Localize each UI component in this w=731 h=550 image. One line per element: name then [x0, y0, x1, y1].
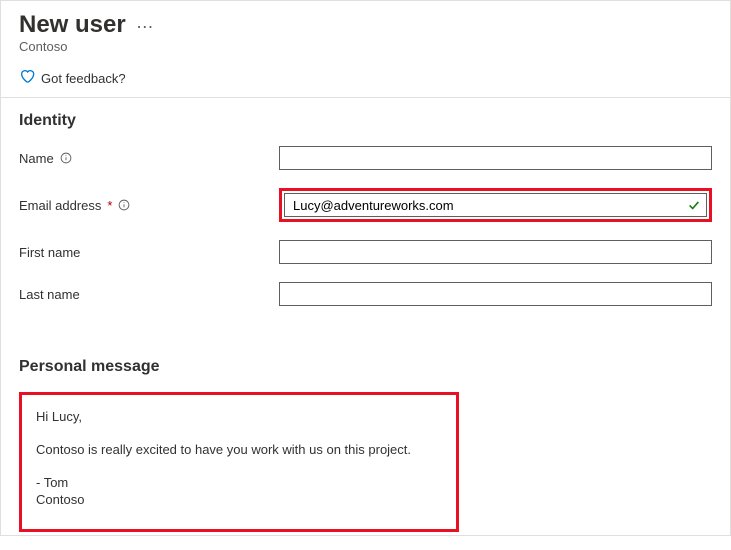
- heart-icon: [19, 68, 35, 89]
- email-label: Email address *: [19, 198, 279, 213]
- header: New user …: [19, 11, 712, 39]
- feedback-link[interactable]: Got feedback?: [19, 68, 712, 89]
- name-row: Name: [19, 146, 712, 170]
- email-row: Email address *: [19, 188, 712, 222]
- message-line: Hi Lucy,: [36, 409, 442, 426]
- first-name-label: First name: [19, 245, 279, 260]
- more-actions-icon[interactable]: …: [136, 12, 154, 33]
- first-name-input[interactable]: [279, 240, 712, 264]
- personal-message-heading: Personal message: [19, 358, 712, 376]
- org-subtitle: Contoso: [19, 39, 712, 54]
- divider: [1, 97, 730, 98]
- required-star-icon: *: [107, 198, 112, 213]
- last-name-label: Last name: [19, 287, 279, 302]
- new-user-panel: New user … Contoso Got feedback? Identit…: [1, 1, 730, 550]
- info-icon[interactable]: [60, 152, 72, 164]
- name-label: Name: [19, 151, 279, 166]
- message-line: - Tom: [36, 475, 442, 492]
- message-line: Contoso is really excited to have you wo…: [36, 442, 442, 459]
- first-name-row: First name: [19, 240, 712, 264]
- last-name-row: Last name: [19, 282, 712, 306]
- info-icon[interactable]: [118, 199, 130, 211]
- email-input-highlight: [279, 188, 712, 222]
- page-title: New user: [19, 11, 126, 39]
- email-input[interactable]: [284, 193, 707, 217]
- identity-heading: Identity: [19, 112, 712, 130]
- personal-message-box[interactable]: Hi Lucy, Contoso is really excited to ha…: [19, 392, 459, 532]
- message-line: Contoso: [36, 492, 442, 509]
- last-name-input[interactable]: [279, 282, 712, 306]
- feedback-label: Got feedback?: [41, 71, 126, 86]
- name-input[interactable]: [279, 146, 712, 170]
